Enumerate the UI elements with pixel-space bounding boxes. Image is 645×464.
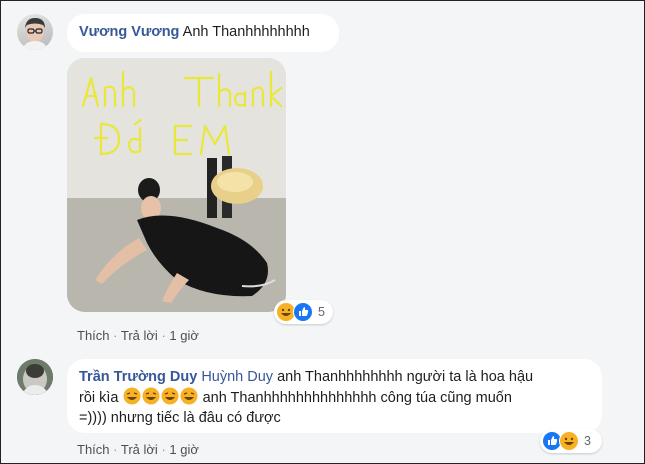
comment-line: rồi kìa anh Thanhhhhhhhhhhhhhh công túa … [79, 387, 590, 408]
reaction-summary[interactable]: 3 [540, 429, 602, 453]
comment-photo[interactable] [67, 58, 286, 312]
laugh-emoji-icon [123, 387, 141, 405]
avatar[interactable] [17, 14, 53, 50]
like-link[interactable]: Thích [77, 328, 110, 343]
laugh-emoji-icon [180, 387, 198, 405]
separator: · [161, 442, 166, 457]
reaction-summary[interactable]: 5 [274, 300, 333, 324]
reply-link[interactable]: Trả lời [121, 328, 158, 343]
comment-text: anh Thanhhhhhhhh người ta là hoa hậu [277, 369, 534, 385]
reaction-count: 3 [584, 434, 591, 448]
like-link[interactable]: Thích [77, 442, 110, 457]
comment-bubble: Vương Vương Anh Thanhhhhhhhh [67, 14, 339, 52]
comment-actions: Thích · Trả lời · 1 giờ [77, 442, 199, 457]
photo-image [67, 58, 286, 312]
mention-tag[interactable]: Huỳnh Duy [201, 369, 273, 385]
timestamp[interactable]: 1 giờ [169, 442, 199, 457]
comment-text: =)))) nhưng tiếc là đâu có được [79, 410, 281, 426]
comment-line: =)))) nhưng tiếc là đâu có được [79, 408, 590, 428]
comment-author[interactable]: Trần Trường Duy [79, 369, 197, 385]
avatar-photo [22, 18, 48, 50]
separator: · [113, 442, 118, 457]
comment-author[interactable]: Vương Vương [79, 24, 179, 40]
comment-text: Anh Thanhhhhhhhh [182, 24, 310, 40]
comment-line: Trần Trường Duy Huỳnh Duy anh Thanhhhhhh… [79, 367, 590, 387]
comment-text: rồi kìa [79, 390, 119, 406]
laugh-emoji-icon [161, 387, 179, 405]
avatar-photo [17, 359, 53, 395]
comment-actions: Thích · Trả lời · 1 giờ [77, 328, 199, 343]
separator: · [113, 328, 118, 343]
reply-link[interactable]: Trả lời [121, 442, 158, 457]
timestamp[interactable]: 1 giờ [169, 328, 199, 343]
laugh-emoji-icon [142, 387, 160, 405]
reaction-count: 5 [318, 305, 325, 319]
avatar[interactable] [17, 359, 53, 395]
separator: · [161, 328, 166, 343]
comment-text: anh Thanhhhhhhhhhhhhhh công túa cũng muố… [202, 390, 512, 406]
laugh-reaction-icon [559, 431, 579, 451]
like-reaction-icon [293, 302, 313, 322]
comment-bubble: Trần Trường Duy Huỳnh Duy anh Thanhhhhhh… [67, 359, 602, 433]
